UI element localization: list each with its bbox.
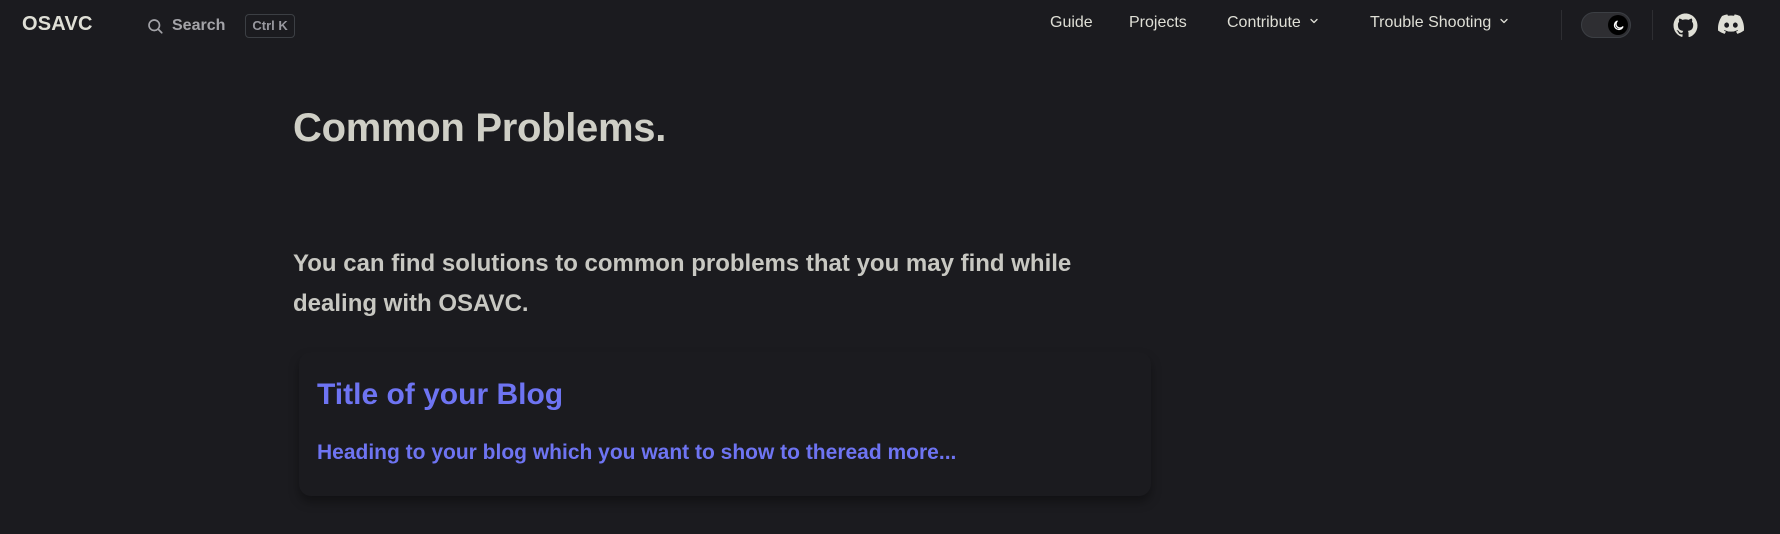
moon-icon	[1608, 15, 1628, 35]
nav-contribute-dropdown[interactable]: Contribute	[1227, 14, 1320, 32]
nav-guide-label: Guide	[1050, 14, 1093, 31]
nav-divider	[1561, 10, 1562, 40]
chevron-down-icon	[1498, 14, 1510, 32]
nav-projects-label: Projects	[1129, 14, 1187, 31]
search-button[interactable]: Search Ctrl K	[146, 12, 295, 40]
intro-text: You can find solutions to common problem…	[293, 250, 1072, 317]
nav-guide[interactable]: Guide	[1050, 14, 1093, 32]
chevron-down-icon	[1308, 14, 1320, 32]
nav-projects[interactable]: Projects	[1129, 14, 1187, 32]
search-icon	[146, 17, 164, 35]
theme-toggle[interactable]	[1581, 12, 1631, 38]
nav-trouble-shooting-label: Trouble Shooting	[1370, 14, 1492, 31]
site-logo[interactable]: OSAVC	[22, 13, 93, 36]
blog-card[interactable]: Title of your Blog Heading to your blog …	[299, 352, 1151, 496]
search-shortcut-badge: Ctrl K	[245, 14, 295, 38]
blog-card-subtitle: Heading to your blog which you want to s…	[317, 441, 957, 464]
nav-trouble-shooting-dropdown[interactable]: Trouble Shooting	[1370, 14, 1510, 32]
blog-card-title[interactable]: Title of your Blog	[317, 378, 563, 412]
nav-contribute-label: Contribute	[1227, 14, 1301, 31]
github-icon[interactable]	[1673, 13, 1698, 43]
nav-divider	[1652, 10, 1653, 40]
discord-icon[interactable]	[1718, 14, 1745, 41]
search-label: Search	[172, 17, 226, 34]
top-navbar: OSAVC Search Ctrl K Guide Projects Contr…	[0, 0, 1780, 52]
page-title: Common Problems.	[293, 106, 667, 150]
